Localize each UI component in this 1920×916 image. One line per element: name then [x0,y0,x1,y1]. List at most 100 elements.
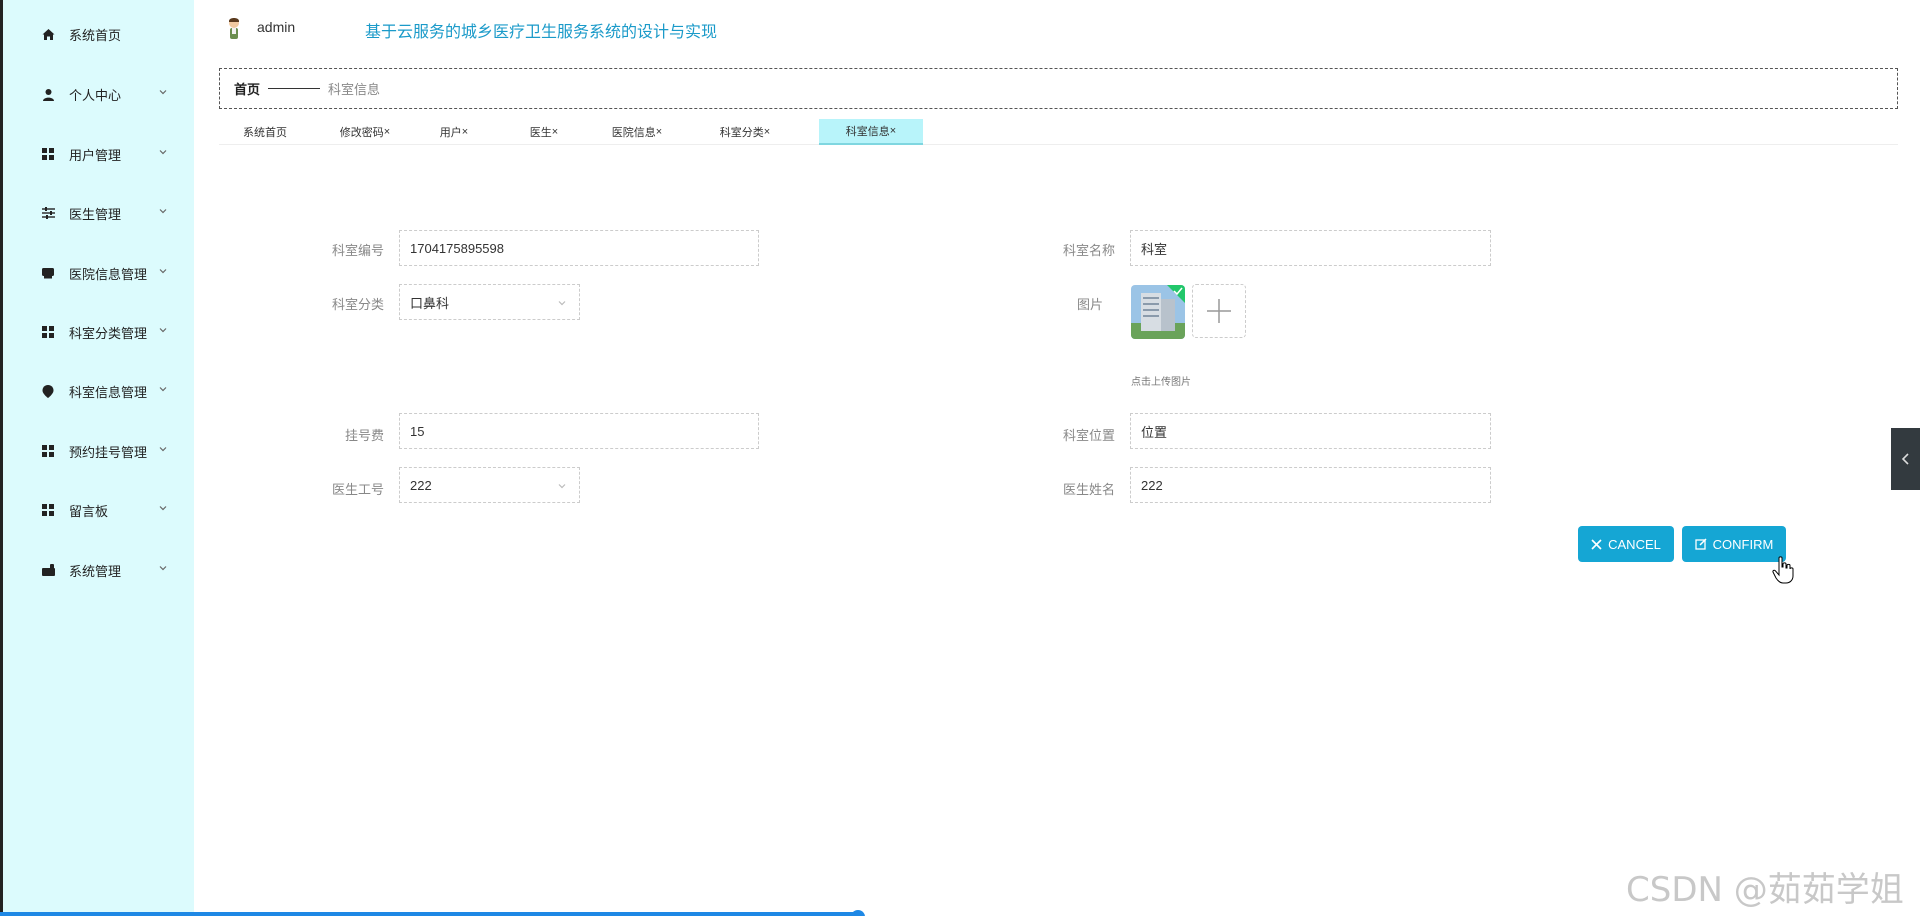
breadcrumb-home[interactable]: 首页 [234,79,260,98]
sidebar-item-label: 医生管理 [69,206,122,222]
picture-label: 图片 [1076,297,1103,312]
tab-label: 医生 [529,127,552,139]
dept-category-select[interactable]: 口鼻科 [399,284,580,320]
top-header: admin 基于云服务的城乡医疗卫生服务系统的设计与实现 [194,0,1920,58]
video-progress-bar[interactable] [0,910,1920,916]
chevron-down-icon [558,484,566,489]
tab-users[interactable]: 用户 × [419,119,489,145]
upload-hint: 点击上传图片 [1131,377,1191,388]
grid-icon [41,325,55,339]
dept-category-label: 科室分类 [331,297,384,312]
uploaded-picture[interactable] [1131,285,1185,339]
grid-icon [41,147,55,161]
dept-category-value: 口鼻科 [410,295,450,311]
sidebar-item-doctors[interactable]: 医生管理 [3,193,194,233]
upload-picture-button[interactable] [1192,284,1246,338]
dept-location-input[interactable]: 位置 [1130,413,1491,449]
close-icon[interactable]: × [462,126,468,138]
sidebar: 系统首页 个人中心 用户管理 医生管理 医院信息管理 科室分类管理 科室信息管理… [0,0,194,916]
hospital-icon [41,266,55,280]
doctor-id-label: 医生工号 [331,482,384,497]
tab-home[interactable]: 系统首页 [219,119,311,145]
dept-no-input[interactable]: 1704175895598 [399,230,759,266]
dept-name-label: 科室名称 [1062,243,1115,258]
reg-fee-label: 挂号费 [344,428,384,443]
close-icon[interactable]: × [764,126,770,138]
tab-hospital-info[interactable]: 医院信息 × [591,119,683,145]
close-icon[interactable]: × [656,126,662,138]
close-icon [1591,538,1602,550]
tab-label: 用户 [439,127,462,139]
reg-fee-input[interactable]: 15 [399,413,759,449]
breadcrumb-current: 科室信息 [328,82,381,97]
doctor-id-select[interactable]: 222 [399,467,580,503]
breadcrumb-separator [268,88,321,89]
doctor-id-value: 222 [410,477,432,493]
grid-icon [41,444,55,458]
plus-icon [1207,299,1231,323]
cancel-button-label: CANCEL [1608,536,1661,552]
sidebar-item-label: 个人中心 [69,87,122,103]
tab-label: 系统首页 [243,127,287,139]
sidebar-item-messages[interactable]: 留言板 [3,490,194,530]
sidebar-item-dept-category[interactable]: 科室分类管理 [3,312,194,352]
progress-fill [0,912,859,916]
sidebar-item-label: 科室分类管理 [69,325,148,341]
doctor-name-label: 医生姓名 [1062,482,1115,497]
grid-icon [41,503,55,517]
chevron-down-icon [159,506,167,511]
tab-label: 医院信息 [611,127,656,139]
tab-change-password[interactable]: 修改密码 × [319,119,411,145]
cancel-button[interactable]: CANCEL [1578,526,1674,562]
close-icon[interactable]: × [890,125,896,137]
chevron-down-icon [159,328,167,333]
sidebar-item-system[interactable]: 系统管理 [3,550,194,590]
chevron-down-icon [159,387,167,392]
home-icon [41,27,55,41]
location-icon [41,384,55,398]
sidebar-item-hospital[interactable]: 医院信息管理 [3,253,194,293]
close-icon[interactable]: × [552,126,558,138]
tab-dept-category[interactable]: 科室分类 × [699,119,791,145]
username[interactable]: admin [257,19,295,35]
dept-location-label: 科室位置 [1062,428,1115,443]
sidebar-item-profile[interactable]: 个人中心 [3,74,194,114]
dept-name-input[interactable]: 科室 [1130,230,1491,266]
sidebar-item-appointments[interactable]: 预约挂号管理 [3,431,194,471]
settings-icon [41,563,55,577]
tab-label: 修改密码 [339,127,384,139]
sidebar-item-label: 用户管理 [69,147,122,163]
sidebar-item-dept-info[interactable]: 科室信息管理 [3,371,194,411]
breadcrumb: 首页 科室信息 [219,68,1898,109]
confirm-button-label: CONFIRM [1712,536,1774,552]
building-image [1131,285,1185,339]
tab-dept-info[interactable]: 科室信息 × [819,119,923,145]
confirm-button[interactable]: CONFIRM [1682,526,1786,562]
chevron-down-icon [159,150,167,155]
sidebar-item-label: 系统管理 [69,563,122,579]
sidebar-item-home[interactable]: 系统首页 [3,14,194,54]
chevron-down-icon [558,301,566,306]
sidebar-item-label: 系统首页 [69,27,122,43]
tab-doctors[interactable]: 医生 × [509,119,579,145]
doctor-name-input[interactable]: 222 [1130,467,1491,503]
chevron-left-icon [1901,453,1909,465]
close-icon[interactable]: × [384,126,390,138]
sidebar-item-label: 医院信息管理 [69,266,148,282]
edit-icon [1695,538,1707,550]
sidebar-item-users[interactable]: 用户管理 [3,134,194,174]
sidebar-item-label: 留言板 [69,503,109,519]
hand-cursor-icon [1772,556,1794,584]
sidebar-item-label: 科室信息管理 [69,384,148,400]
watermark: CSDN @茹茹学姐 [1626,870,1904,910]
user-icon [41,87,55,101]
progress-knob[interactable] [851,910,866,916]
panel-toggle[interactable] [1891,428,1920,490]
avatar[interactable] [226,16,242,40]
chevron-down-icon [159,447,167,452]
site-title: 基于云服务的城乡医疗卫生服务系统的设计与实现 [365,24,718,41]
chevron-down-icon [159,269,167,274]
chevron-down-icon [159,566,167,571]
tab-label: 科室分类 [719,127,764,139]
chevron-down-icon [159,209,167,214]
